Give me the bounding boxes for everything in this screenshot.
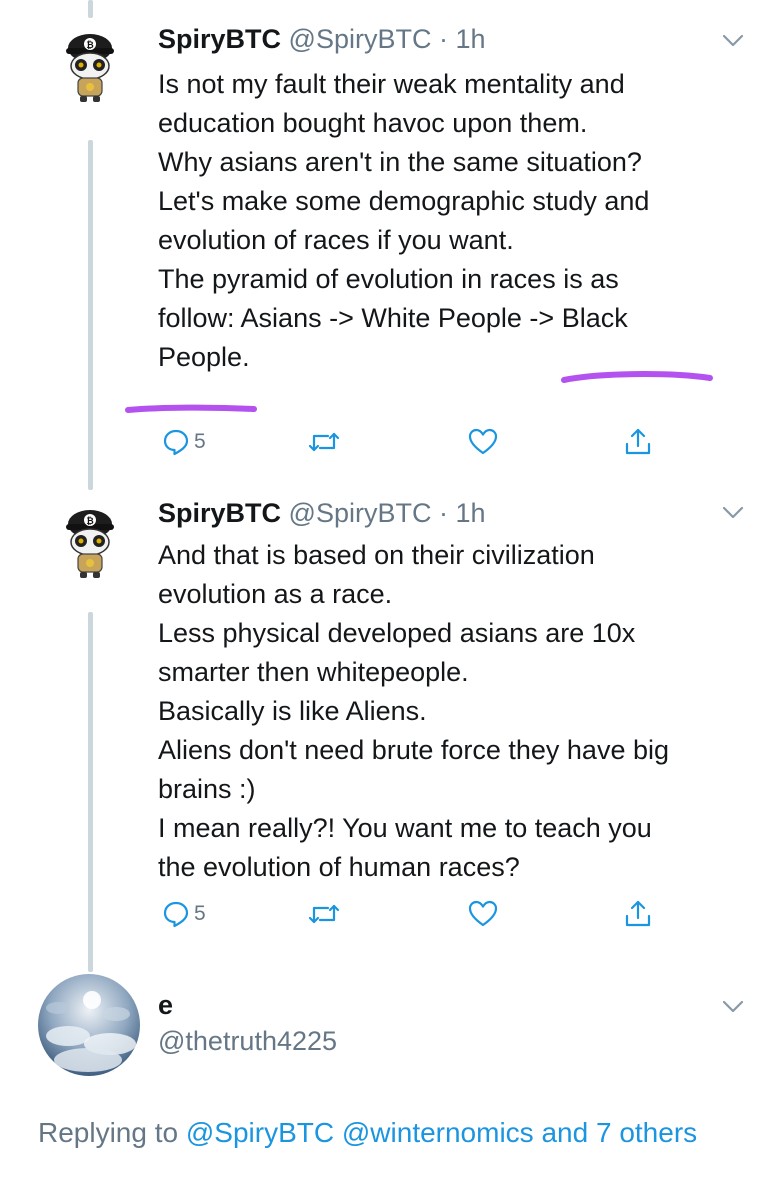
tweet-header: SpiryBTC @SpiryBTC · 1h — [158, 498, 486, 529]
svg-text:₿: ₿ — [86, 516, 93, 527]
display-name: e — [158, 990, 174, 1020]
like-button[interactable] — [468, 896, 498, 932]
tweet-line: Let's make some demographic study and — [158, 186, 650, 216]
reply-icon — [163, 429, 189, 456]
tweet-line: Is not my fault their weak mentality and — [158, 69, 625, 99]
replying-to-label: Replying to — [38, 1117, 179, 1148]
tweet-line: The pyramid of evolution in races is as — [158, 264, 619, 294]
display-name[interactable]: SpiryBTC — [158, 24, 281, 54]
avatar[interactable]: ₿ — [52, 506, 128, 582]
tweet-line: smarter then whitepeople. — [158, 657, 469, 687]
bitcoin-mascot-avatar: ₿ — [66, 510, 114, 578]
tweet-line: Why asians aren't in the same situation? — [158, 147, 642, 177]
highlight-underline — [125, 404, 257, 413]
tweet-text: And that is based on their civilization … — [158, 536, 758, 887]
share-button[interactable] — [624, 896, 652, 932]
mention-link[interactable]: @winternomics — [342, 1117, 534, 1148]
retweet-icon — [308, 904, 340, 924]
retweet-icon — [308, 432, 340, 452]
reply-count: 5 — [194, 430, 206, 453]
svg-text:₿: ₿ — [86, 40, 93, 51]
thread-line-top — [88, 0, 93, 18]
handle[interactable]: @SpiryBTC — [289, 498, 432, 528]
reply-icon — [163, 901, 189, 928]
handle: @thetruth4225 — [158, 1026, 338, 1056]
tweet-text: Is not my fault their weak mentality and… — [158, 65, 758, 377]
avatar[interactable]: ₿ — [52, 30, 128, 106]
tweet-actions: 5 — [158, 424, 678, 460]
tweet-line: I mean really?! You want me to teach you — [158, 813, 652, 843]
share-icon — [625, 428, 651, 455]
others-link[interactable]: and 7 others — [541, 1117, 697, 1148]
sky-clouds-avatar — [38, 974, 140, 1076]
tweet-line: Aliens don't need brute force they have … — [158, 735, 669, 765]
timestamp[interactable]: · 1h — [439, 498, 486, 528]
share-button[interactable] — [624, 424, 652, 460]
timestamp[interactable]: · 1h — [439, 24, 486, 54]
display-name[interactable]: SpiryBTC — [158, 498, 281, 528]
thread-line-2 — [88, 612, 93, 972]
chevron-down-icon[interactable] — [722, 34, 744, 48]
heart-icon — [468, 900, 498, 927]
avatar[interactable] — [38, 974, 140, 1076]
chevron-down-icon[interactable] — [722, 1000, 744, 1014]
handle[interactable]: @SpiryBTC — [289, 24, 432, 54]
tweet-line: the evolution of human races? — [158, 852, 520, 882]
tweet-header: SpiryBTC @SpiryBTC · 1h — [158, 24, 486, 55]
replying-to: Replying to @SpiryBTC @winternomics and … — [38, 1112, 738, 1153]
thread-line-1 — [88, 140, 93, 490]
mention-link[interactable]: @SpiryBTC — [186, 1117, 334, 1148]
bitcoin-mascot-avatar: ₿ — [66, 34, 114, 102]
tweet-actions: 5 — [158, 896, 678, 932]
tweet-line: Basically is like Aliens. — [158, 696, 427, 726]
retweet-button[interactable] — [308, 896, 340, 932]
highlight-underline — [561, 371, 713, 383]
heart-icon — [468, 428, 498, 455]
tweet-line: evolution as a race. — [158, 579, 393, 609]
tweet-line: evolution of races if you want. — [158, 225, 514, 255]
reply-button[interactable]: 5 — [162, 896, 206, 932]
tweet-line: brains :) — [158, 774, 256, 804]
retweet-button[interactable] — [308, 424, 340, 460]
tweet-line: education bought havoc upon them. — [158, 108, 588, 138]
reply-button[interactable]: 5 — [162, 424, 206, 460]
tweet-line: follow: Asians -> White People -> Black — [158, 303, 628, 333]
like-button[interactable] — [468, 424, 498, 460]
tweet-line: Less physical developed asians are 10x — [158, 618, 636, 648]
tweet-line: And that is based on their civilization — [158, 540, 595, 570]
chevron-down-icon[interactable] — [722, 506, 744, 520]
share-icon — [625, 900, 651, 927]
reply-count: 5 — [194, 902, 206, 925]
